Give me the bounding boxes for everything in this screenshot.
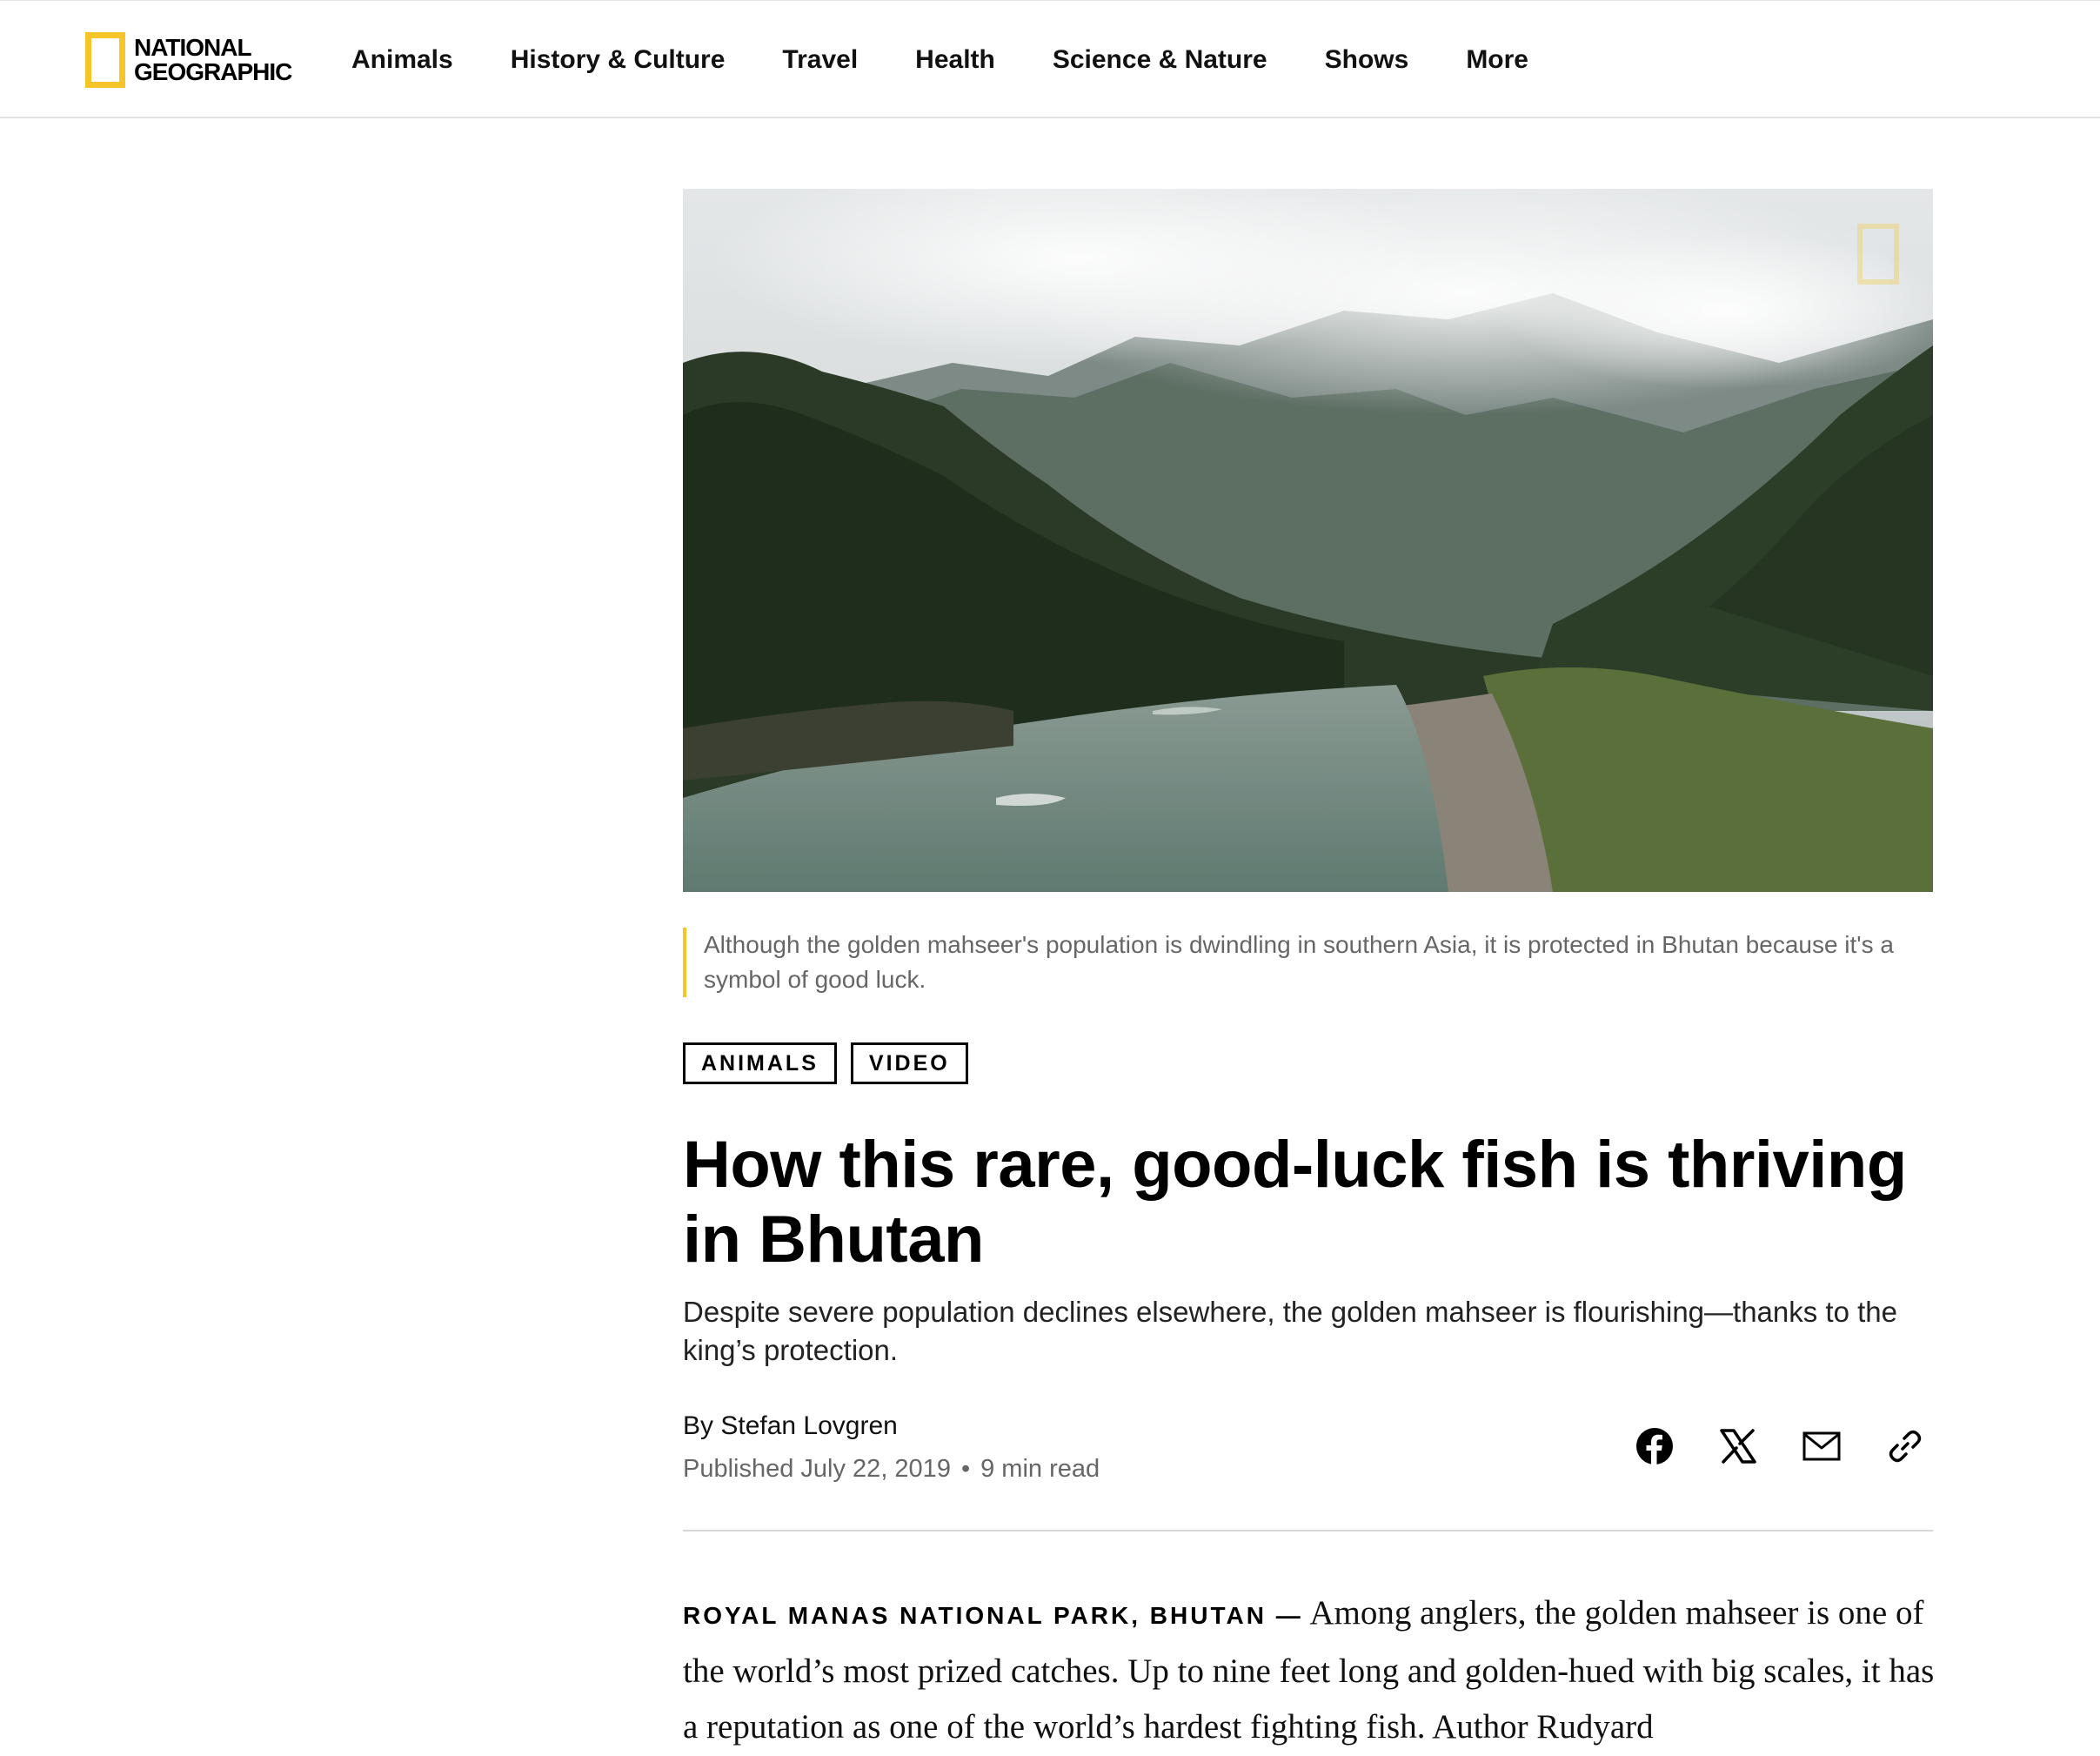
nav-animals[interactable]: Animals: [351, 45, 453, 75]
nav-shows[interactable]: Shows: [1325, 45, 1409, 75]
nav-history-culture[interactable]: History & Culture: [511, 45, 726, 75]
site-header: NATIONAL GEOGRAPHIC Animals History & Cu…: [0, 0, 2100, 118]
read-time: 9 min read: [980, 1455, 1100, 1483]
byline: By Stefan Lovgren: [683, 1411, 898, 1441]
nav-health[interactable]: Health: [915, 45, 995, 75]
x-icon[interactable]: [1717, 1425, 1759, 1467]
logo-yellow-border-icon: [85, 32, 125, 88]
nav-more[interactable]: More: [1466, 45, 1528, 75]
author-link[interactable]: Stefan Lovgren: [720, 1411, 897, 1440]
share-bar: [1634, 1425, 1926, 1467]
logo-line-2: GEOGRAPHIC: [134, 58, 292, 85]
article-meta: Published July 22, 2019 • 9 min read: [683, 1455, 1100, 1484]
dateline: ROYAL MANAS NATIONAL PARK, BHUTAN —: [683, 1602, 1303, 1629]
nat-geo-logo[interactable]: NATIONAL GEOGRAPHIC: [85, 32, 292, 88]
meta-separator: •: [960, 1455, 971, 1483]
image-caption: Although the golden mahseer's population…: [683, 928, 1933, 997]
natgeo-watermark-icon: [1857, 224, 1899, 285]
nav-travel[interactable]: Travel: [782, 45, 858, 75]
hero-video-image[interactable]: [683, 189, 1933, 892]
publish-date: Published July 22, 2019: [683, 1455, 951, 1483]
byline-prefix: By: [683, 1411, 714, 1440]
article-body: ROYAL MANAS NATIONAL PARK, BHUTAN — Amon…: [683, 1585, 1936, 1755]
email-icon[interactable]: [1801, 1425, 1843, 1467]
article-headline: How this rare, good-luck fish is thrivin…: [683, 1128, 1907, 1277]
logo-line-1: NATIONAL: [134, 34, 252, 61]
facebook-icon[interactable]: [1634, 1425, 1675, 1467]
river-valley-photo: [683, 189, 1933, 892]
main-nav: Animals History & Culture Travel Health …: [351, 1, 1586, 119]
link-icon[interactable]: [1884, 1425, 1926, 1467]
tag-video[interactable]: VIDEO: [850, 1042, 968, 1084]
divider: [683, 1530, 1933, 1531]
logo-wordmark: NATIONAL GEOGRAPHIC: [134, 34, 292, 85]
tag-animals[interactable]: ANIMALS: [683, 1042, 837, 1084]
nav-science-nature[interactable]: Science & Nature: [1053, 45, 1267, 75]
topic-tags: ANIMALS VIDEO: [683, 1042, 982, 1084]
article-dek: Despite severe population declines elsew…: [683, 1296, 1897, 1366]
